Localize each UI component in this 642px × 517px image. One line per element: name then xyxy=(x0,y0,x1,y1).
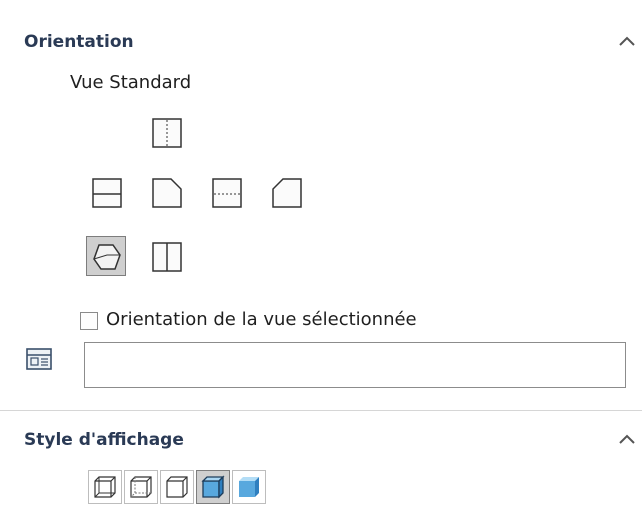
collapse-display-style-chevron-up-icon[interactable] xyxy=(617,432,637,446)
top-view-icon xyxy=(152,118,182,148)
top-view-button[interactable] xyxy=(146,112,186,152)
selected-view-orientation-label: Orientation de la vue sélectionnée xyxy=(106,309,417,330)
right-view-icon xyxy=(272,178,302,208)
view-selector-icon[interactable] xyxy=(24,346,54,374)
section-divider xyxy=(0,410,642,411)
shaded-with-edges-icon xyxy=(201,475,225,499)
orientation-section-title: Orientation xyxy=(24,32,134,52)
display-style-section-title: Style d'affichage xyxy=(24,430,184,450)
wireframe-icon xyxy=(94,476,116,498)
left-view-icon xyxy=(152,178,182,208)
back-view-icon xyxy=(152,242,182,272)
standard-views-label: Vue Standard xyxy=(70,72,192,93)
isometric-view-icon xyxy=(93,244,121,270)
hidden-lines-visible-style-button[interactable] xyxy=(124,470,158,504)
shaded-icon xyxy=(239,477,259,497)
named-view-input[interactable] xyxy=(84,342,626,388)
shaded-with-edges-style-button[interactable] xyxy=(196,470,230,504)
wireframe-style-button[interactable] xyxy=(88,470,122,504)
isometric-view-button[interactable] xyxy=(86,236,126,276)
hidden-lines-visible-icon xyxy=(130,476,152,498)
collapse-orientation-chevron-up-icon[interactable] xyxy=(617,34,637,48)
right-view-button[interactable] xyxy=(266,172,306,212)
front-view-button[interactable] xyxy=(86,172,126,212)
shaded-style-button[interactable] xyxy=(232,470,266,504)
left-view-button[interactable] xyxy=(146,172,186,212)
selected-view-orientation-checkbox[interactable] xyxy=(80,312,98,330)
back-view-button[interactable] xyxy=(146,236,186,276)
front-view-icon xyxy=(92,178,122,208)
hidden-lines-removed-style-button[interactable] xyxy=(160,470,194,504)
hidden-lines-removed-icon xyxy=(166,476,188,498)
bottom-view-button[interactable] xyxy=(206,172,246,212)
bottom-view-icon xyxy=(212,178,242,208)
